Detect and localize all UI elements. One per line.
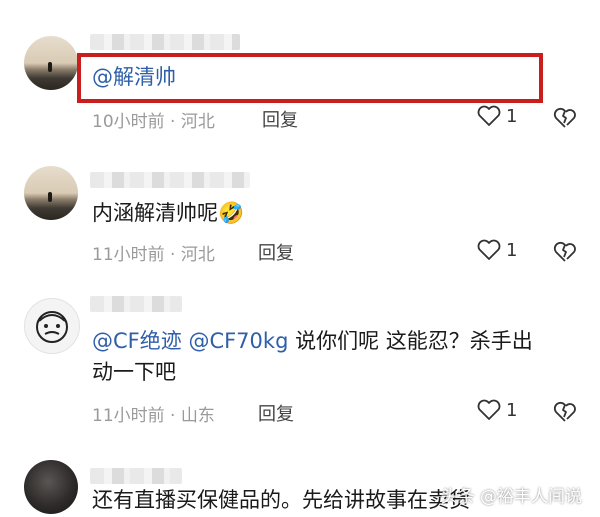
like-button[interactable]: 1: [476, 398, 517, 422]
username-blurred: [90, 296, 182, 312]
mention-link[interactable]: @CF70kg: [188, 329, 288, 353]
highlight-box: [77, 53, 543, 103]
avatar[interactable]: [24, 298, 80, 354]
watermark: 头条 @裕丰人间说: [440, 487, 582, 507]
username-blurred: [90, 34, 240, 50]
mention-link[interactable]: @CF绝迹: [92, 329, 182, 353]
avatar[interactable]: [24, 36, 78, 90]
like-button[interactable]: 1: [476, 104, 517, 128]
comment-meta: 11小时前 · 山东: [92, 406, 215, 426]
like-count: 1: [506, 239, 518, 261]
heart-icon: [477, 105, 501, 126]
comment-text: @CF绝迹 @CF70kg 说你们呢 这能忍？杀手出 动一下吧: [92, 329, 533, 384]
comment-meta: 11小时前 · 河北: [92, 245, 215, 265]
heart-icon: [477, 399, 501, 420]
like-count: 1: [506, 399, 518, 421]
cartoon-face-icon: [36, 311, 68, 343]
comment-meta: 10小时前 · 河北: [92, 112, 215, 132]
username-blurred: [90, 172, 250, 188]
like-count: 1: [506, 105, 518, 127]
heart-icon: [477, 239, 501, 260]
reply-button[interactable]: 回复: [258, 239, 294, 265]
laugh-emoji: 🤣: [218, 201, 245, 225]
dislike-icon[interactable]: [553, 400, 577, 424]
comment-text: 内涵解清帅呢🤣: [92, 201, 245, 225]
username-blurred: [90, 468, 182, 484]
dislike-icon[interactable]: [553, 240, 577, 264]
dislike-icon[interactable]: [553, 106, 577, 130]
like-button[interactable]: 1: [476, 238, 517, 262]
avatar[interactable]: [24, 460, 78, 514]
reply-button[interactable]: 回复: [258, 400, 294, 426]
comment-text: 还有直播买保健品的。先给讲故事在卖货: [92, 488, 470, 512]
avatar[interactable]: [24, 166, 78, 220]
reply-button[interactable]: 回复: [262, 106, 298, 132]
